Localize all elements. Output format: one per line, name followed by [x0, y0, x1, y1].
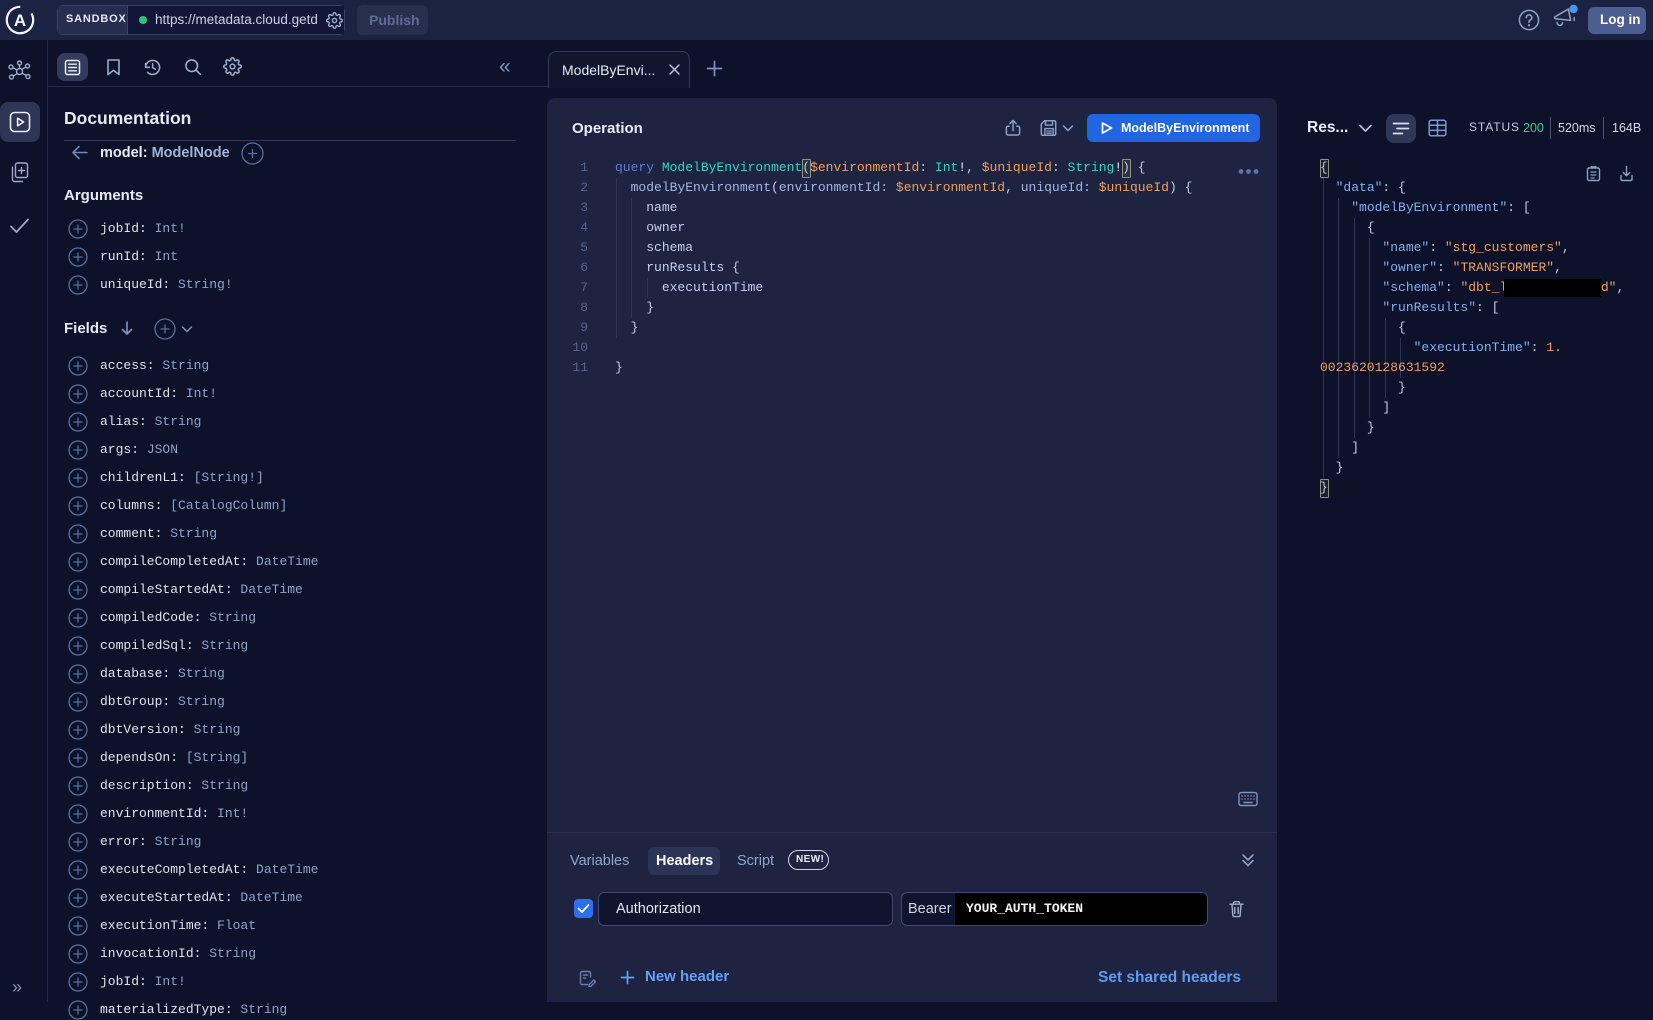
svg-text:A: A	[14, 11, 26, 30]
